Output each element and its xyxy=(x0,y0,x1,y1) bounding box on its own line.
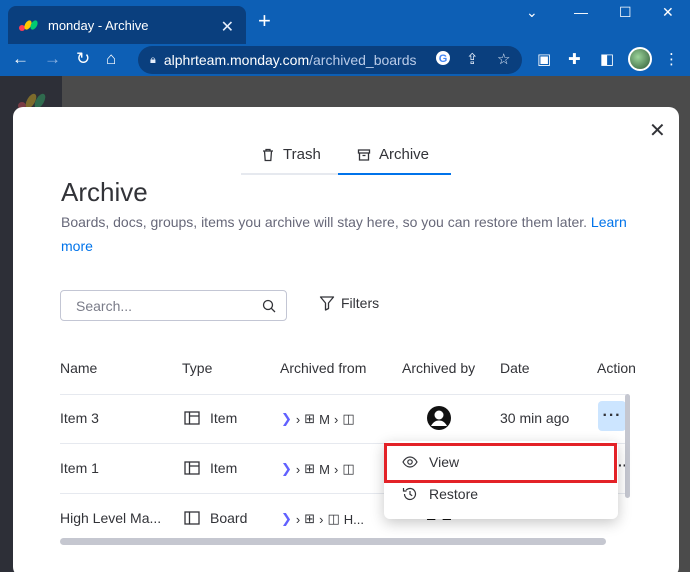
vertical-scrollbar[interactable] xyxy=(625,394,630,498)
group-icon: ◫ xyxy=(342,411,355,426)
menu-item-restore[interactable]: Restore xyxy=(402,486,478,502)
minimize-icon[interactable]: — xyxy=(574,4,588,20)
board-grid-icon: ⊞ xyxy=(304,461,316,476)
home-icon[interactable]: ⌂ xyxy=(106,49,116,69)
column-header-archived-by: Archived by xyxy=(402,360,476,376)
browser-tab-bar: monday - Archive ✕ + ⌄ — ☐ ✕ xyxy=(0,0,690,44)
column-header-archived-from: Archived from xyxy=(280,360,367,376)
board-icon xyxy=(184,511,200,525)
row-type-label: Item xyxy=(210,410,238,426)
row-from-board: M xyxy=(319,461,330,477)
address-bar[interactable]: 🔒︎ alphrteam.monday.com/archived_boards xyxy=(138,46,522,74)
lock-icon: 🔒︎ xyxy=(150,53,156,66)
profile-avatar[interactable] xyxy=(628,47,652,71)
browser-tab-title: monday - Archive xyxy=(48,17,149,33)
forward-arrow-icon[interactable]: → xyxy=(44,49,61,69)
row-from-group: H... xyxy=(343,511,365,527)
browser-tab[interactable]: monday - Archive ✕ xyxy=(8,6,246,44)
window-close-icon[interactable]: ✕ xyxy=(662,4,674,21)
tab-trash[interactable]: Trash xyxy=(261,146,321,163)
row-from-board: M xyxy=(319,411,330,427)
row-type: Board xyxy=(184,510,247,526)
browser-toolbar: ← → ↻ ⌂ 🔒︎ alphrteam.monday.com/archived… xyxy=(0,44,690,76)
row-name: Item 3 xyxy=(60,410,99,426)
horizontal-scrollbar[interactable] xyxy=(60,538,606,545)
back-arrow-icon[interactable]: ← xyxy=(12,49,29,69)
filters-button[interactable]: Filters xyxy=(319,295,379,311)
url-path: /archived_boards xyxy=(309,52,417,68)
puzzle-icon[interactable]: ✚ xyxy=(568,50,581,68)
menu-item-restore-label: Restore xyxy=(429,486,479,502)
close-icon[interactable]: ✕ xyxy=(649,121,666,141)
archive-description: Boards, docs, groups, items you archive … xyxy=(61,210,641,258)
column-header-date: Date xyxy=(500,360,530,376)
tab-archive-label: Archive xyxy=(379,146,430,163)
group-icon: ◫ xyxy=(342,461,355,476)
breadcrumb-chevron-icon: › xyxy=(295,511,301,527)
google-icon[interactable]: G xyxy=(435,50,451,70)
row-type-label: Board xyxy=(210,510,248,526)
row-archived-from: ❯ › ⊞ › ◫ H... xyxy=(281,511,364,527)
search-box xyxy=(60,290,287,321)
workspace-icon: ❯ xyxy=(281,411,292,426)
restore-history-icon xyxy=(402,487,417,501)
breadcrumb-chevron-icon: › xyxy=(334,461,339,477)
column-header-type: Type xyxy=(182,360,213,376)
row-type: Item xyxy=(184,410,237,426)
row-name: Item 1 xyxy=(60,460,99,476)
row-context-menu: View Restore xyxy=(384,441,618,519)
monday-logo-icon xyxy=(18,17,38,33)
item-icon xyxy=(184,411,200,425)
archive-icon xyxy=(357,148,371,161)
archive-modal: ✕ Trash Archive Archive Boards, docs, gr… xyxy=(13,107,679,572)
workspace-icon: ❯ xyxy=(281,511,292,526)
tab-trash-label: Trash xyxy=(283,146,321,163)
search-icon xyxy=(262,299,276,313)
user-avatar-icon xyxy=(427,406,451,430)
tab-archive[interactable]: Archive xyxy=(357,146,429,163)
board-grid-icon: ⊞ xyxy=(304,411,316,426)
side-panel-icon[interactable]: ◧ xyxy=(600,50,614,68)
row-action-menu-button[interactable]: ··· xyxy=(598,401,626,431)
extension-icon[interactable]: ▣ xyxy=(537,50,551,68)
tab-close-icon[interactable]: ✕ xyxy=(221,17,234,37)
breadcrumb-chevron-icon: › xyxy=(319,511,324,527)
maximize-icon[interactable]: ☐ xyxy=(619,4,632,21)
column-header-name: Name xyxy=(60,360,98,376)
header-divider xyxy=(60,394,626,395)
share-icon[interactable]: ⇪ xyxy=(466,50,479,68)
bookmark-star-icon[interactable]: ☆ xyxy=(497,50,510,68)
page-title: Archive xyxy=(61,177,148,207)
column-header-action: Action xyxy=(597,360,636,376)
workspace-icon: ❯ xyxy=(281,461,292,476)
breadcrumb-chevron-icon: › xyxy=(295,461,301,477)
row-type-label: Item xyxy=(210,460,238,476)
filter-icon xyxy=(319,296,335,311)
item-icon xyxy=(184,461,200,475)
search-input[interactable] xyxy=(76,297,256,314)
row-type: Item xyxy=(184,460,237,476)
svg-text:G: G xyxy=(439,53,448,65)
new-tab-icon[interactable]: + xyxy=(258,10,271,32)
row-archived-from: ❯ › ⊞ M › ◫ xyxy=(281,411,355,427)
breadcrumb-chevron-icon: › xyxy=(334,411,339,427)
row-archived-from: ❯ › ⊞ M › ◫ xyxy=(281,461,355,477)
tab-search-chevron-icon[interactable]: ⌄ xyxy=(526,4,538,21)
trash-icon xyxy=(263,148,273,161)
row-date: 30 min ago xyxy=(500,410,570,426)
board-grid-icon: ⊞ xyxy=(304,511,316,526)
description-text: Boards, docs, groups, items you archive … xyxy=(61,214,588,230)
modal-tabs: Trash Archive xyxy=(241,143,451,175)
more-menu-icon[interactable]: ⋮ xyxy=(664,50,679,68)
view-highlight-box xyxy=(384,443,617,483)
filters-label: Filters xyxy=(341,295,380,311)
reload-icon[interactable]: ↻ xyxy=(76,49,90,69)
row-name: High Level Ma... xyxy=(60,510,162,526)
breadcrumb-chevron-icon: › xyxy=(295,411,301,427)
url-host: alphrteam.monday.com xyxy=(163,52,310,68)
group-icon: ◫ xyxy=(327,511,340,526)
active-tab-underline xyxy=(338,173,451,175)
